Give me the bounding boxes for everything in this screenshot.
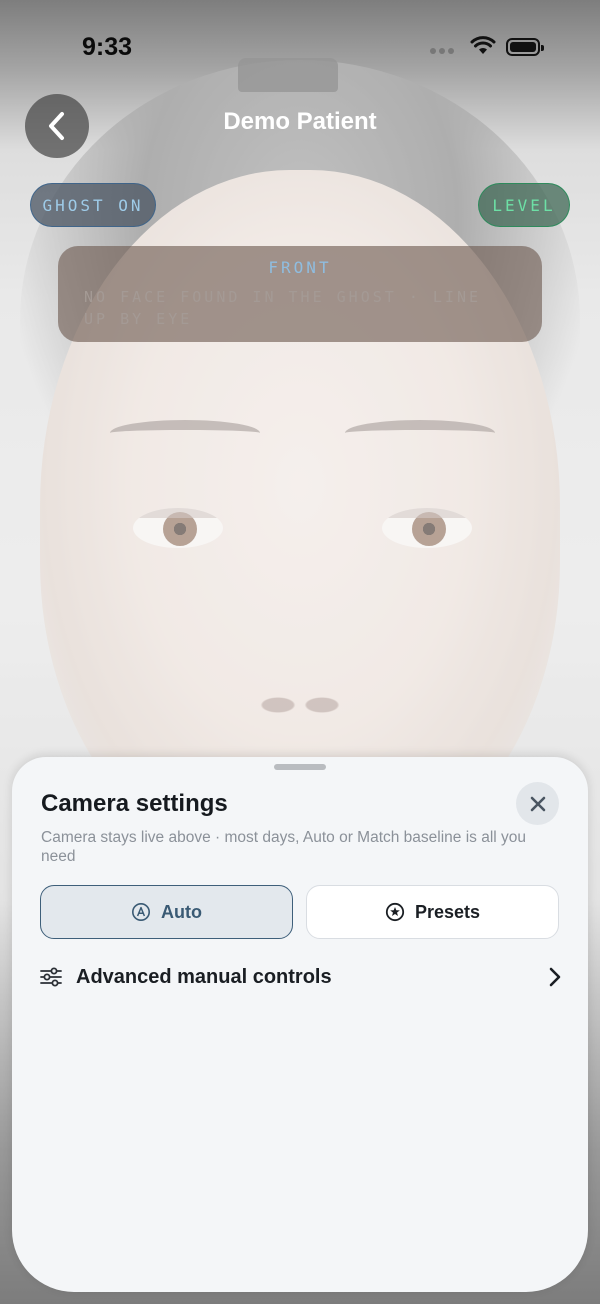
sheet-grabber[interactable]	[274, 764, 326, 770]
advanced-controls-row[interactable]: Advanced manual controls	[40, 957, 562, 997]
ghost-toggle[interactable]: GHOST ON	[30, 183, 156, 227]
sliders-icon	[40, 967, 62, 987]
chevron-right-icon	[549, 967, 561, 987]
presets-button[interactable]: Presets	[306, 885, 559, 939]
auto-mode-button[interactable]: Auto	[40, 885, 293, 939]
cellular-signal-icon	[430, 41, 457, 59]
close-icon	[530, 796, 545, 811]
auto-label: Auto	[161, 901, 202, 922]
status-bar: 9:33	[0, 0, 600, 96]
back-button[interactable]	[25, 94, 89, 158]
presets-label: Presets	[414, 901, 481, 922]
alignment-message: NO FACE FOUND IN THE GHOST · LINE UP BY …	[84, 288, 482, 328]
auto-a-icon	[132, 903, 150, 921]
level-toggle[interactable]: LEVEL	[478, 183, 570, 227]
camera-settings-sheet: Camera settings Camera stays live above …	[12, 757, 588, 1292]
advanced-controls-label: Advanced manual controls	[76, 965, 332, 988]
alignment-info-card: FRONT NO FACE FOUND IN THE GHOST · LINE …	[58, 246, 542, 342]
star-circle-icon	[385, 902, 405, 922]
sheet-subtitle: Camera stays live above · most days, Aut…	[41, 829, 527, 865]
wifi-icon	[470, 36, 496, 61]
pose-heading: FRONT	[268, 258, 332, 277]
battery-icon	[506, 38, 544, 56]
status-time: 9:33	[82, 33, 133, 61]
sheet-title: Camera settings	[41, 790, 228, 817]
page-title: Demo Patient	[223, 108, 377, 135]
close-button[interactable]	[516, 782, 559, 825]
chevron-left-icon	[49, 112, 64, 140]
